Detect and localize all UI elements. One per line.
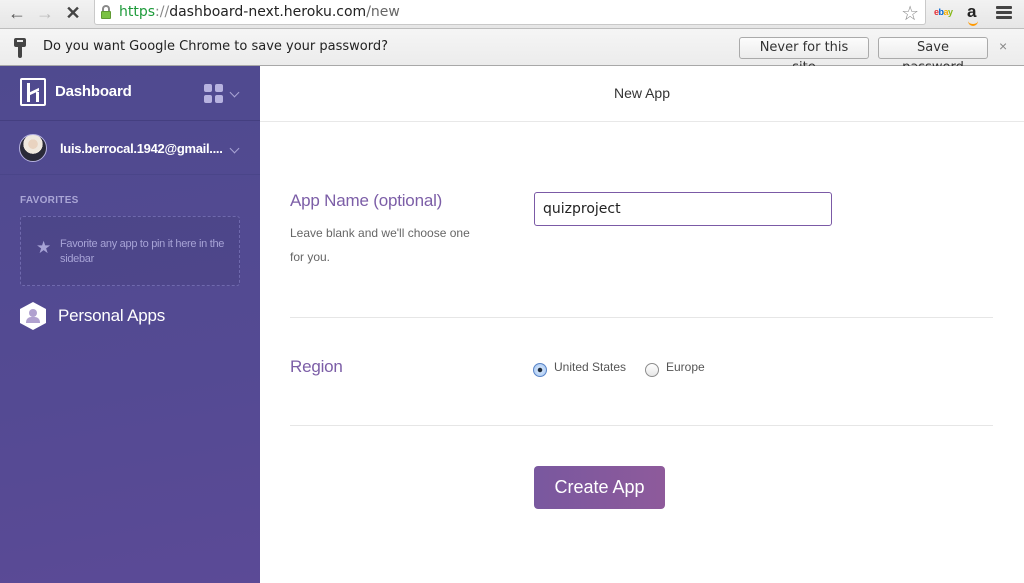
main-header: New App: [260, 66, 1024, 122]
ebay-letter: y: [948, 7, 953, 17]
url-separator: ://: [155, 4, 170, 20]
amazon-extension-icon[interactable]: a: [967, 2, 979, 26]
sidebar-item-label: Personal Apps: [58, 306, 166, 325]
secure-lock-icon: [101, 5, 111, 19]
main-content: New App App Name (optional) Leave blank …: [260, 66, 1024, 583]
app-name-label: App Name (optional): [290, 191, 443, 210]
close-icon[interactable]: ×: [999, 38, 1007, 54]
divider: [290, 317, 993, 318]
address-bar[interactable]: https://dashboard-next.heroku.com/new ☆: [94, 0, 926, 25]
url-host: dashboard-next.heroku.com: [169, 4, 367, 20]
forward-arrow-icon: →: [36, 3, 54, 23]
favorites-heading: FAVORITES: [20, 195, 79, 206]
url-text[interactable]: https://dashboard-next.heroku.com/new: [119, 4, 400, 20]
key-icon: [14, 38, 26, 58]
account-email: luis.berrocal.1942@gmail....: [60, 141, 223, 156]
ebay-extension-icon[interactable]: ebay: [934, 7, 953, 17]
user-icon: [20, 302, 46, 330]
heroku-logo-icon[interactable]: [20, 78, 46, 106]
region-option-label[interactable]: Europe: [666, 360, 705, 374]
favorites-empty-text: Favorite any app to pin it here in the s…: [60, 238, 225, 265]
sidebar-header: Dashboard: [0, 66, 260, 121]
stop-loading-button[interactable]: ✕: [62, 3, 84, 25]
sidebar: Dashboard luis.berrocal.1942@gmail.... F…: [0, 66, 260, 583]
forward-button[interactable]: →: [34, 3, 56, 25]
favorites-empty-state: ★ Favorite any app to pin it here in the…: [20, 216, 240, 286]
sidebar-item-personal-apps[interactable]: Personal Apps: [0, 298, 260, 334]
app-name-input[interactable]: [534, 192, 832, 226]
region-radio-united-states[interactable]: [533, 363, 547, 377]
save-password-button[interactable]: Save password: [878, 37, 988, 75]
avatar: [19, 134, 47, 162]
chevron-down-icon[interactable]: [229, 87, 240, 98]
region-radio-europe[interactable]: [645, 363, 659, 377]
chevron-down-icon: [229, 143, 240, 154]
back-button[interactable]: ←: [6, 3, 28, 25]
url-scheme: https: [119, 4, 156, 20]
star-icon: ★: [36, 238, 52, 257]
never-for-this-site-button[interactable]: Never for this site: [739, 37, 869, 75]
create-app-button[interactable]: Create App: [534, 466, 665, 509]
chrome-menu-icon[interactable]: [996, 6, 1012, 20]
infobar-message: Do you want Google Chrome to save your p…: [43, 39, 389, 54]
dashboard-title[interactable]: Dashboard: [55, 83, 132, 100]
region-label: Region: [290, 357, 343, 376]
back-arrow-icon: ←: [8, 3, 26, 23]
url-path: /new: [366, 4, 400, 20]
region-option-label[interactable]: United States: [554, 360, 626, 374]
apps-grid-icon[interactable]: [204, 84, 223, 103]
save-password-infobar: Do you want Google Chrome to save your p…: [0, 28, 1024, 75]
divider: [290, 425, 993, 426]
account-switcher[interactable]: luis.berrocal.1942@gmail....: [0, 121, 260, 175]
app-name-help: Leave blank and we'll choose one for you…: [290, 226, 470, 264]
page-title: New App: [613, 85, 671, 101]
bookmark-star-icon[interactable]: ☆: [901, 1, 919, 26]
stop-icon: ✕: [65, 3, 81, 23]
browser-toolbar: ← → ✕ https://dashboard-next.heroku.com/…: [0, 0, 1024, 28]
